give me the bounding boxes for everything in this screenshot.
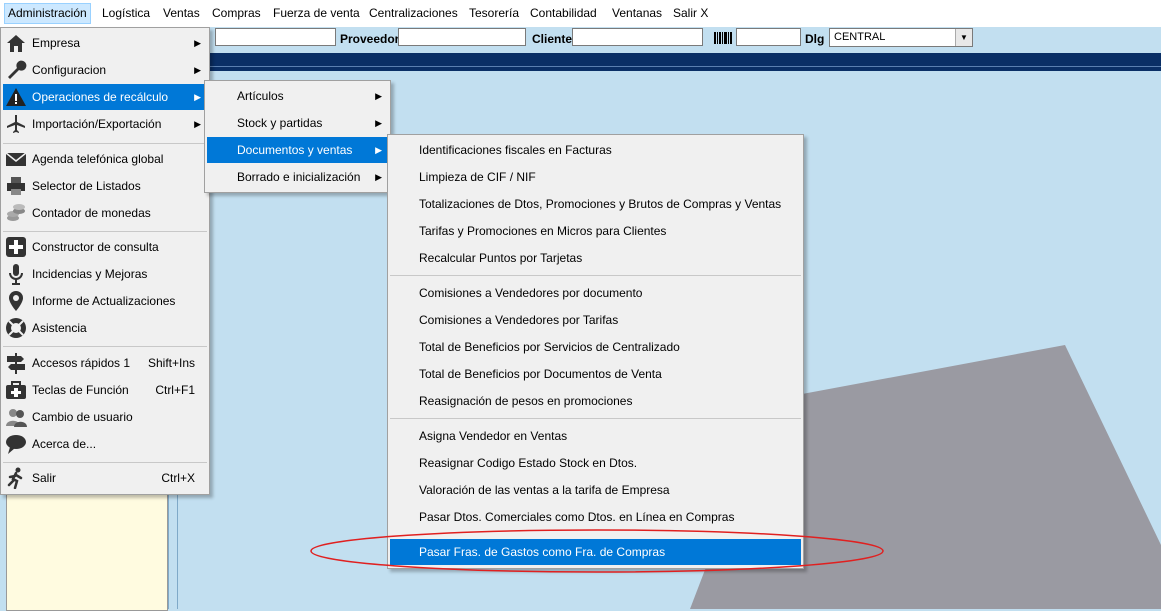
docs-item[interactable]: Total de Beneficios por Servicios de Cen… bbox=[390, 334, 801, 360]
warning-icon bbox=[6, 88, 26, 106]
recalc-submenu: Artículos ▶ Stock y partidas ▶ Documentos … bbox=[204, 80, 391, 193]
proveedor-label: Proveedor bbox=[340, 32, 400, 46]
menu-item-acerca-de[interactable]: Acerca de... bbox=[3, 431, 207, 457]
submenu-item-borrado-inicializacion[interactable]: Borrado e inicialización ▶ bbox=[207, 164, 388, 190]
menu-item-cambio-usuario[interactable]: Cambio de usuario bbox=[3, 404, 207, 430]
docs-submenu: Identificaciones fiscales en Facturas Li… bbox=[387, 134, 804, 569]
menubar: Administración Logística Ventas Compras … bbox=[0, 0, 1161, 28]
wrench-icon bbox=[8, 60, 27, 79]
submenu-item-stock-partidas[interactable]: Stock y partidas ▶ bbox=[207, 110, 388, 136]
docs-item[interactable]: Limpieza de CIF / NIF bbox=[390, 164, 801, 190]
menu-item-salir[interactable]: Salir Ctrl+X bbox=[3, 465, 207, 491]
barcode-input[interactable] bbox=[736, 28, 801, 46]
menu-item-incidencias[interactable]: Incidencias y Mejoras bbox=[3, 261, 207, 287]
cliente-label: Cliente bbox=[532, 32, 573, 46]
barcode-icon bbox=[714, 32, 732, 44]
menu-item-accesos-rapidos[interactable]: Accesos rápidos 1 Shift+Ins bbox=[3, 350, 207, 376]
chevron-down-icon[interactable]: ▼ bbox=[955, 29, 972, 46]
menu-item-importacion-exportacion[interactable]: Importación/Exportación ▶ bbox=[3, 111, 207, 137]
docs-item[interactable]: Reasignación de pesos en promociones bbox=[390, 388, 801, 414]
docs-item[interactable]: Totalizaciones de Dtos, Promociones y Br… bbox=[390, 191, 801, 217]
menu-fuerza-de-venta[interactable]: Fuerza de venta bbox=[270, 4, 363, 23]
menu-item-contador-monedas[interactable]: Contador de monedas bbox=[3, 200, 207, 226]
menu-administracion[interactable]: Administración bbox=[4, 3, 91, 24]
microphone-icon bbox=[9, 264, 23, 285]
menu-separator bbox=[3, 231, 207, 232]
menu-compras[interactable]: Compras bbox=[209, 4, 264, 23]
speech-bubble-icon bbox=[6, 435, 26, 454]
menu-item-selector-listados[interactable]: Selector de Listados bbox=[3, 173, 207, 199]
proveedor-input[interactable] bbox=[398, 28, 526, 46]
menu-item-agenda[interactable]: Agenda telefónica global bbox=[3, 146, 207, 172]
docs-item[interactable]: Pasar Dtos. Comerciales como Dtos. en Lí… bbox=[390, 504, 801, 530]
signpost-icon bbox=[7, 353, 25, 374]
docs-item[interactable]: Identificaciones fiscales en Facturas bbox=[390, 137, 801, 163]
menu-centralizaciones[interactable]: Centralizaciones bbox=[366, 4, 461, 23]
running-man-icon bbox=[7, 467, 23, 489]
menu-separator bbox=[390, 418, 801, 419]
docs-item[interactable]: Asigna Vendedor en Ventas bbox=[390, 423, 801, 449]
menu-item-constructor-consulta[interactable]: Constructor de consulta bbox=[3, 234, 207, 260]
envelope-icon bbox=[5, 152, 27, 166]
first-field[interactable] bbox=[215, 28, 336, 46]
airplane-icon bbox=[7, 115, 25, 133]
menu-tesoreria[interactable]: Tesorería bbox=[466, 4, 522, 23]
coins-icon bbox=[7, 204, 25, 221]
menu-item-empresa[interactable]: Empresa ▶ bbox=[3, 30, 207, 56]
docs-item[interactable]: Tarifas y Promociones en Micros para Cli… bbox=[390, 218, 801, 244]
menu-item-operaciones-recalculo[interactable]: Operaciones de recálculo ▶ bbox=[3, 84, 207, 110]
dlg-select[interactable]: CENTRAL ▼ bbox=[829, 28, 973, 47]
home-icon bbox=[7, 35, 25, 52]
admin-menu: Empresa ▶ Configuracion ▶ Operaciones de r… bbox=[0, 27, 210, 495]
menu-separator bbox=[3, 143, 207, 144]
menu-contabilidad[interactable]: Contabilidad bbox=[527, 4, 600, 23]
menu-item-configuracion[interactable]: Configuracion ▶ bbox=[3, 57, 207, 83]
menu-item-teclas-funcion[interactable]: Teclas de Función Ctrl+F1 bbox=[3, 377, 207, 403]
menu-logistica[interactable]: Logística bbox=[99, 4, 153, 23]
users-icon bbox=[6, 409, 27, 427]
docs-item-pasar-fras-gastos[interactable]: Pasar Fras. de Gastos como Fra. de Compr… bbox=[390, 539, 801, 565]
menu-item-informe-actualizaciones[interactable]: Informe de Actualizaciones bbox=[3, 288, 207, 314]
menu-separator bbox=[390, 275, 801, 276]
docs-item[interactable]: Comisiones a Vendedores por Tarifas bbox=[390, 307, 801, 333]
docs-item[interactable]: Reasignar Codigo Estado Stock en Dtos. bbox=[390, 450, 801, 476]
menu-salir[interactable]: Salir X bbox=[670, 4, 711, 23]
submenu-item-articulos[interactable]: Artículos ▶ bbox=[207, 83, 388, 109]
printer-icon bbox=[7, 177, 25, 195]
menu-separator bbox=[3, 346, 207, 347]
dlg-value: CENTRAL bbox=[834, 31, 886, 43]
menu-item-asistencia[interactable]: Asistencia bbox=[3, 315, 207, 341]
map-pin-icon bbox=[9, 291, 23, 311]
docs-item[interactable]: Comisiones a Vendedores por documento bbox=[390, 280, 801, 306]
menu-separator bbox=[3, 462, 207, 463]
menu-ventas[interactable]: Ventas bbox=[160, 4, 203, 23]
docs-item[interactable]: Total de Beneficios por Documentos de Ve… bbox=[390, 361, 801, 387]
submenu-item-documentos-ventas[interactable]: Documentos y ventas ▶ bbox=[207, 137, 388, 163]
plus-icon bbox=[6, 237, 26, 257]
cliente-input[interactable] bbox=[572, 28, 703, 46]
docs-item[interactable]: Valoración de las ventas a la tarifa de … bbox=[390, 477, 801, 503]
dlg-label: Dlg bbox=[805, 32, 825, 46]
menu-ventanas[interactable]: Ventanas bbox=[609, 4, 665, 23]
lifebuoy-icon bbox=[6, 318, 26, 338]
first-aid-icon bbox=[6, 381, 26, 399]
docs-item[interactable]: Recalcular Puntos por Tarjetas bbox=[390, 245, 801, 271]
